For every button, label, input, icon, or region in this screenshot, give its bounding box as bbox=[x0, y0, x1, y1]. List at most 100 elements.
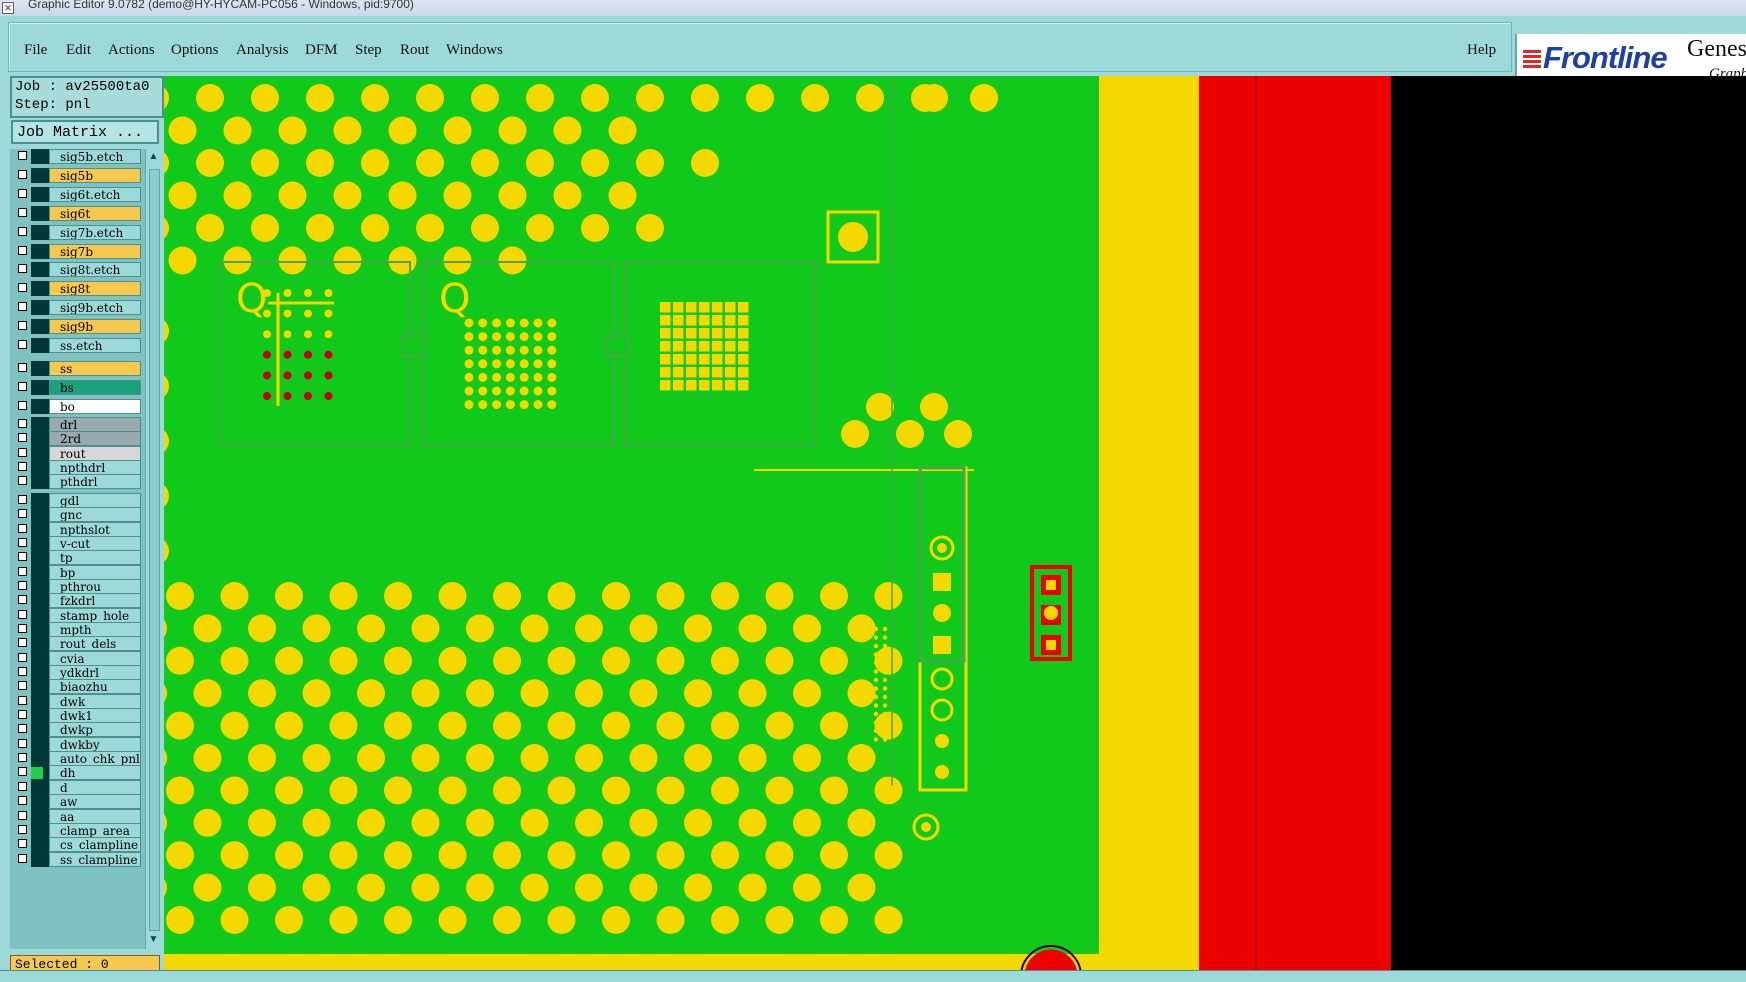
layer-checkbox[interactable] bbox=[18, 552, 27, 562]
layer-name[interactable]: rout_dels bbox=[49, 636, 141, 652]
layer-checkbox[interactable] bbox=[18, 400, 27, 410]
scroll-down-icon[interactable]: ▼ bbox=[148, 934, 159, 945]
layer-checkbox[interactable] bbox=[18, 447, 27, 457]
layer-name[interactable]: ydkdrl bbox=[49, 665, 141, 680]
layer-row[interactable]: dwk bbox=[10, 693, 145, 709]
layer-checkbox[interactable] bbox=[18, 810, 27, 820]
layer-name[interactable]: bo bbox=[49, 398, 141, 414]
menu-actions[interactable]: Actions bbox=[108, 42, 155, 59]
menu-edit[interactable]: Edit bbox=[66, 42, 91, 59]
layer-row[interactable]: bs bbox=[10, 379, 145, 395]
menu-rout[interactable]: Rout bbox=[400, 42, 429, 59]
layer-row[interactable]: drl bbox=[10, 417, 145, 433]
layer-checkbox[interactable] bbox=[18, 580, 27, 590]
layer-row[interactable]: clamp_area bbox=[10, 822, 145, 838]
layer-row[interactable]: sig7b.etch bbox=[10, 224, 145, 240]
board-view[interactable]: QQ bbox=[164, 76, 1746, 970]
layer-checkbox[interactable] bbox=[18, 609, 27, 619]
layer-scrollbar[interactable]: ▲ ▼ bbox=[145, 149, 161, 949]
layer-row[interactable]: dwk1 bbox=[10, 708, 145, 724]
layer-checkbox[interactable] bbox=[18, 595, 27, 605]
layer-checkbox[interactable] bbox=[18, 537, 27, 547]
layer-checkbox[interactable] bbox=[18, 169, 27, 179]
layer-row[interactable]: sig8t bbox=[10, 281, 145, 297]
layer-checkbox[interactable] bbox=[18, 796, 27, 806]
layer-row[interactable]: gdl bbox=[10, 492, 145, 508]
layer-checkbox[interactable] bbox=[18, 652, 27, 662]
layer-checkbox[interactable] bbox=[18, 462, 27, 472]
layer-row[interactable]: rout_dels bbox=[10, 636, 145, 652]
layer-name[interactable]: drl bbox=[49, 417, 141, 433]
layer-checkbox[interactable] bbox=[18, 853, 27, 863]
layer-checkbox[interactable] bbox=[18, 781, 27, 791]
layer-row[interactable]: ss.etch bbox=[10, 338, 145, 353]
layer-checkbox[interactable] bbox=[18, 283, 27, 293]
layer-checkbox[interactable] bbox=[18, 523, 27, 533]
layer-name[interactable]: sig9b.etch bbox=[49, 300, 141, 316]
layer-row[interactable]: sig5b bbox=[10, 167, 145, 183]
layer-checkbox[interactable] bbox=[18, 767, 27, 777]
layer-name[interactable]: gnc bbox=[49, 507, 141, 523]
layer-row[interactable]: dh bbox=[10, 765, 145, 781]
menu-step[interactable]: Step bbox=[355, 42, 382, 59]
job-matrix-button[interactable]: Job Matrix ... bbox=[11, 120, 159, 144]
layer-row[interactable]: 2rd bbox=[10, 431, 145, 447]
layer-checkbox[interactable] bbox=[18, 839, 27, 849]
layer-checkbox[interactable] bbox=[18, 509, 27, 519]
layer-name[interactable]: sig8t bbox=[49, 281, 141, 297]
layer-name[interactable]: cs_clampline bbox=[49, 837, 141, 853]
scroll-up-icon[interactable]: ▲ bbox=[148, 151, 159, 162]
layer-checkbox[interactable] bbox=[18, 494, 27, 504]
layer-row[interactable]: cs_clampline bbox=[10, 837, 145, 853]
layer-name[interactable]: sig6t bbox=[49, 205, 141, 221]
layer-row[interactable]: sig9b bbox=[10, 319, 145, 335]
layer-row[interactable]: dwkp bbox=[10, 722, 145, 738]
layer-name[interactable]: sig9b bbox=[49, 319, 141, 335]
layer-checkbox[interactable] bbox=[18, 264, 27, 274]
menu-options[interactable]: Options bbox=[171, 42, 219, 59]
layer-name[interactable]: d bbox=[49, 779, 141, 795]
layer-row[interactable]: sig6t bbox=[10, 205, 145, 221]
layer-row[interactable]: sig8t.etch bbox=[10, 262, 145, 278]
layer-name[interactable]: pthrou bbox=[49, 578, 141, 594]
layer-checkbox[interactable] bbox=[18, 566, 27, 576]
layer-name[interactable]: gdl bbox=[49, 492, 141, 508]
layer-row[interactable]: sig5b.etch bbox=[10, 149, 145, 164]
layer-row[interactable]: auto_chk_pnl bbox=[10, 751, 145, 767]
layer-row[interactable]: sig7b bbox=[10, 243, 145, 259]
layer-checkbox[interactable] bbox=[18, 695, 27, 705]
layer-name[interactable]: rout bbox=[49, 445, 141, 461]
layer-checkbox[interactable] bbox=[18, 302, 27, 312]
layer-row[interactable]: ydkdrl bbox=[10, 665, 145, 680]
layer-name[interactable]: fzkdrl bbox=[49, 593, 141, 609]
layer-checkbox[interactable] bbox=[18, 151, 27, 160]
layer-checkbox[interactable] bbox=[18, 362, 27, 372]
layer-checkbox[interactable] bbox=[18, 188, 27, 198]
layer-checkbox[interactable] bbox=[18, 207, 27, 217]
layer-name[interactable]: sig5b bbox=[49, 167, 141, 183]
layer-row[interactable]: v-cut bbox=[10, 535, 145, 551]
layer-checkbox[interactable] bbox=[18, 476, 27, 486]
layer-name[interactable]: auto_chk_pnl bbox=[49, 751, 141, 767]
layer-checkbox[interactable] bbox=[18, 638, 27, 648]
scroll-thumb[interactable] bbox=[149, 169, 160, 931]
layer-row[interactable]: mpth bbox=[10, 621, 145, 637]
layer-name[interactable]: pthdrl bbox=[49, 474, 141, 490]
layer-name[interactable]: npthslot bbox=[49, 521, 141, 537]
layer-name[interactable]: stamp_hole bbox=[49, 607, 141, 623]
layer-name[interactable]: dh bbox=[49, 765, 141, 781]
layer-row[interactable]: sig9b.etch bbox=[10, 300, 145, 316]
layer-checkbox[interactable] bbox=[18, 738, 27, 748]
layer-checkbox[interactable] bbox=[18, 321, 27, 331]
layer-row[interactable]: pthrou bbox=[10, 578, 145, 594]
layer-name[interactable]: ss.etch bbox=[49, 338, 141, 353]
graphic-canvas[interactable]: QQ bbox=[164, 76, 1746, 970]
layer-checkbox[interactable] bbox=[18, 340, 27, 349]
layer-checkbox[interactable] bbox=[18, 226, 27, 236]
layer-checkbox[interactable] bbox=[18, 753, 27, 763]
layer-name[interactable]: sig5b.etch bbox=[49, 149, 141, 164]
layer-name[interactable]: v-cut bbox=[49, 535, 141, 551]
layer-name[interactable]: dwk bbox=[49, 693, 141, 709]
layer-name[interactable]: aa bbox=[49, 808, 141, 824]
layer-name[interactable]: npthdrl bbox=[49, 460, 141, 476]
